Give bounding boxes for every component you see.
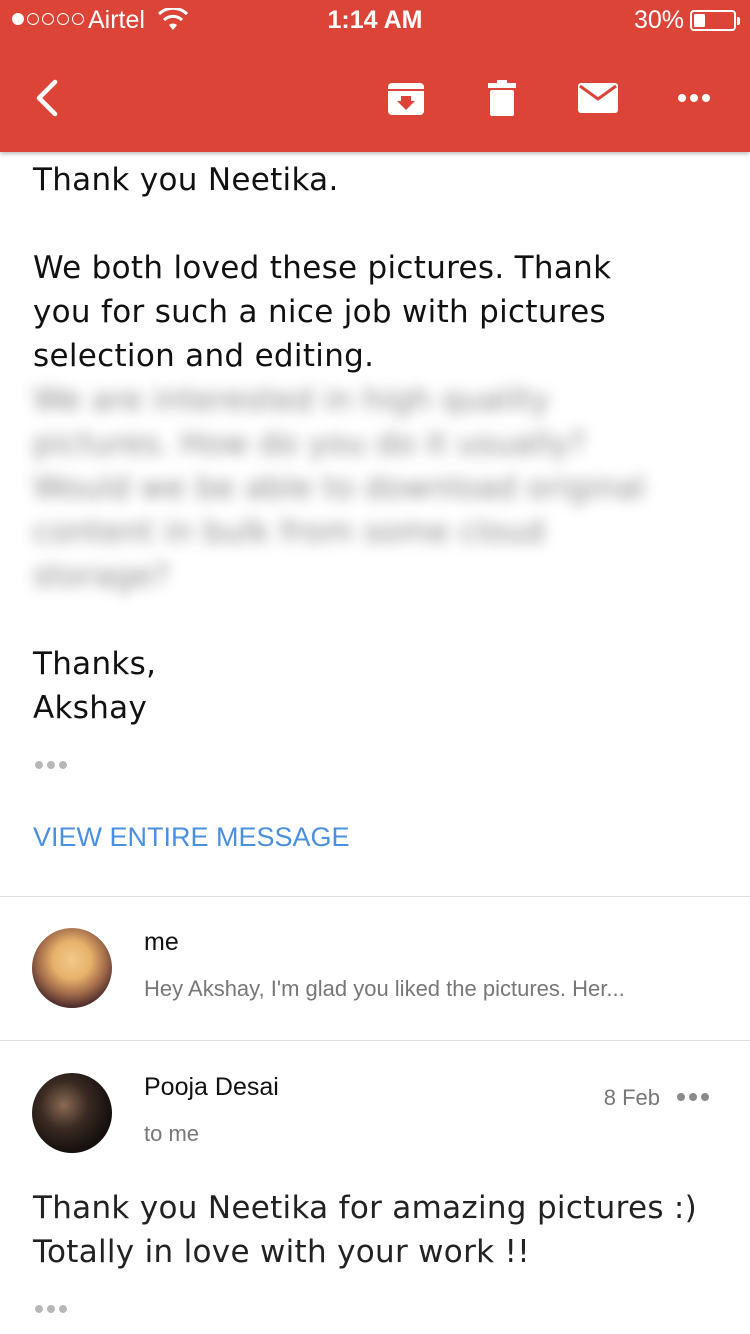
message-body-line: Totally in love with your work !! xyxy=(33,1234,530,1270)
message-body-line: Thanks, xyxy=(33,646,157,682)
sender-name: Pooja Desai xyxy=(144,1073,279,1101)
blurred-text-line: Would we be able to download original xyxy=(33,470,646,506)
message-snippet: Hey Akshay, I'm glad you liked the pictu… xyxy=(144,976,625,1001)
battery-icon xyxy=(690,10,740,31)
message-body-line: Thank you Neetika for amazing pictures :… xyxy=(33,1190,698,1226)
mail-icon xyxy=(578,83,618,113)
blurred-text-line: We are interested in high quality xyxy=(33,382,550,418)
recipient-details[interactable]: to me xyxy=(144,1121,199,1147)
message-body-line: Thank you Neetika. xyxy=(33,162,339,198)
archive-button[interactable] xyxy=(378,70,434,126)
delete-button[interactable] xyxy=(474,70,530,126)
sender-name: me xyxy=(144,928,179,956)
avatar[interactable] xyxy=(32,1073,112,1153)
battery-percent: 30% xyxy=(633,6,684,34)
more-options-button[interactable] xyxy=(666,70,722,126)
message-body-line: We both loved these pictures. Thank xyxy=(33,250,612,286)
show-trimmed-content-button[interactable] xyxy=(35,761,67,769)
show-trimmed-content-button[interactable] xyxy=(35,1305,67,1313)
message-more-options-button[interactable] xyxy=(677,1085,713,1109)
delete-icon xyxy=(488,80,516,116)
avatar xyxy=(32,928,112,1008)
message-body: Thank you Neetika for amazing pictures :… xyxy=(33,1186,723,1274)
status-bar: Airtel 1:14 AM 30% xyxy=(0,0,750,40)
message-body-line: Akshay xyxy=(33,690,148,726)
archive-icon xyxy=(388,83,424,115)
blurred-text-line: storage? xyxy=(33,558,170,594)
message-body-line: selection and editing. xyxy=(33,338,375,374)
app-header: Airtel 1:14 AM 30% xyxy=(0,0,750,152)
more-icon xyxy=(678,94,710,102)
blurred-text-line: pictures. How do you do it usually? xyxy=(33,426,587,462)
view-entire-message-link[interactable]: VIEW ENTIRE MESSAGE xyxy=(33,822,350,853)
message-body-line: you for such a nice job with pictures xyxy=(33,294,606,330)
divider xyxy=(0,896,750,897)
back-icon xyxy=(36,79,58,117)
back-button[interactable] xyxy=(18,70,74,126)
blurred-text-line: content in bulk from some cloud xyxy=(33,514,545,550)
divider xyxy=(0,1040,750,1041)
mark-unread-button[interactable] xyxy=(570,70,626,126)
message-date: 8 Feb xyxy=(603,1085,660,1110)
